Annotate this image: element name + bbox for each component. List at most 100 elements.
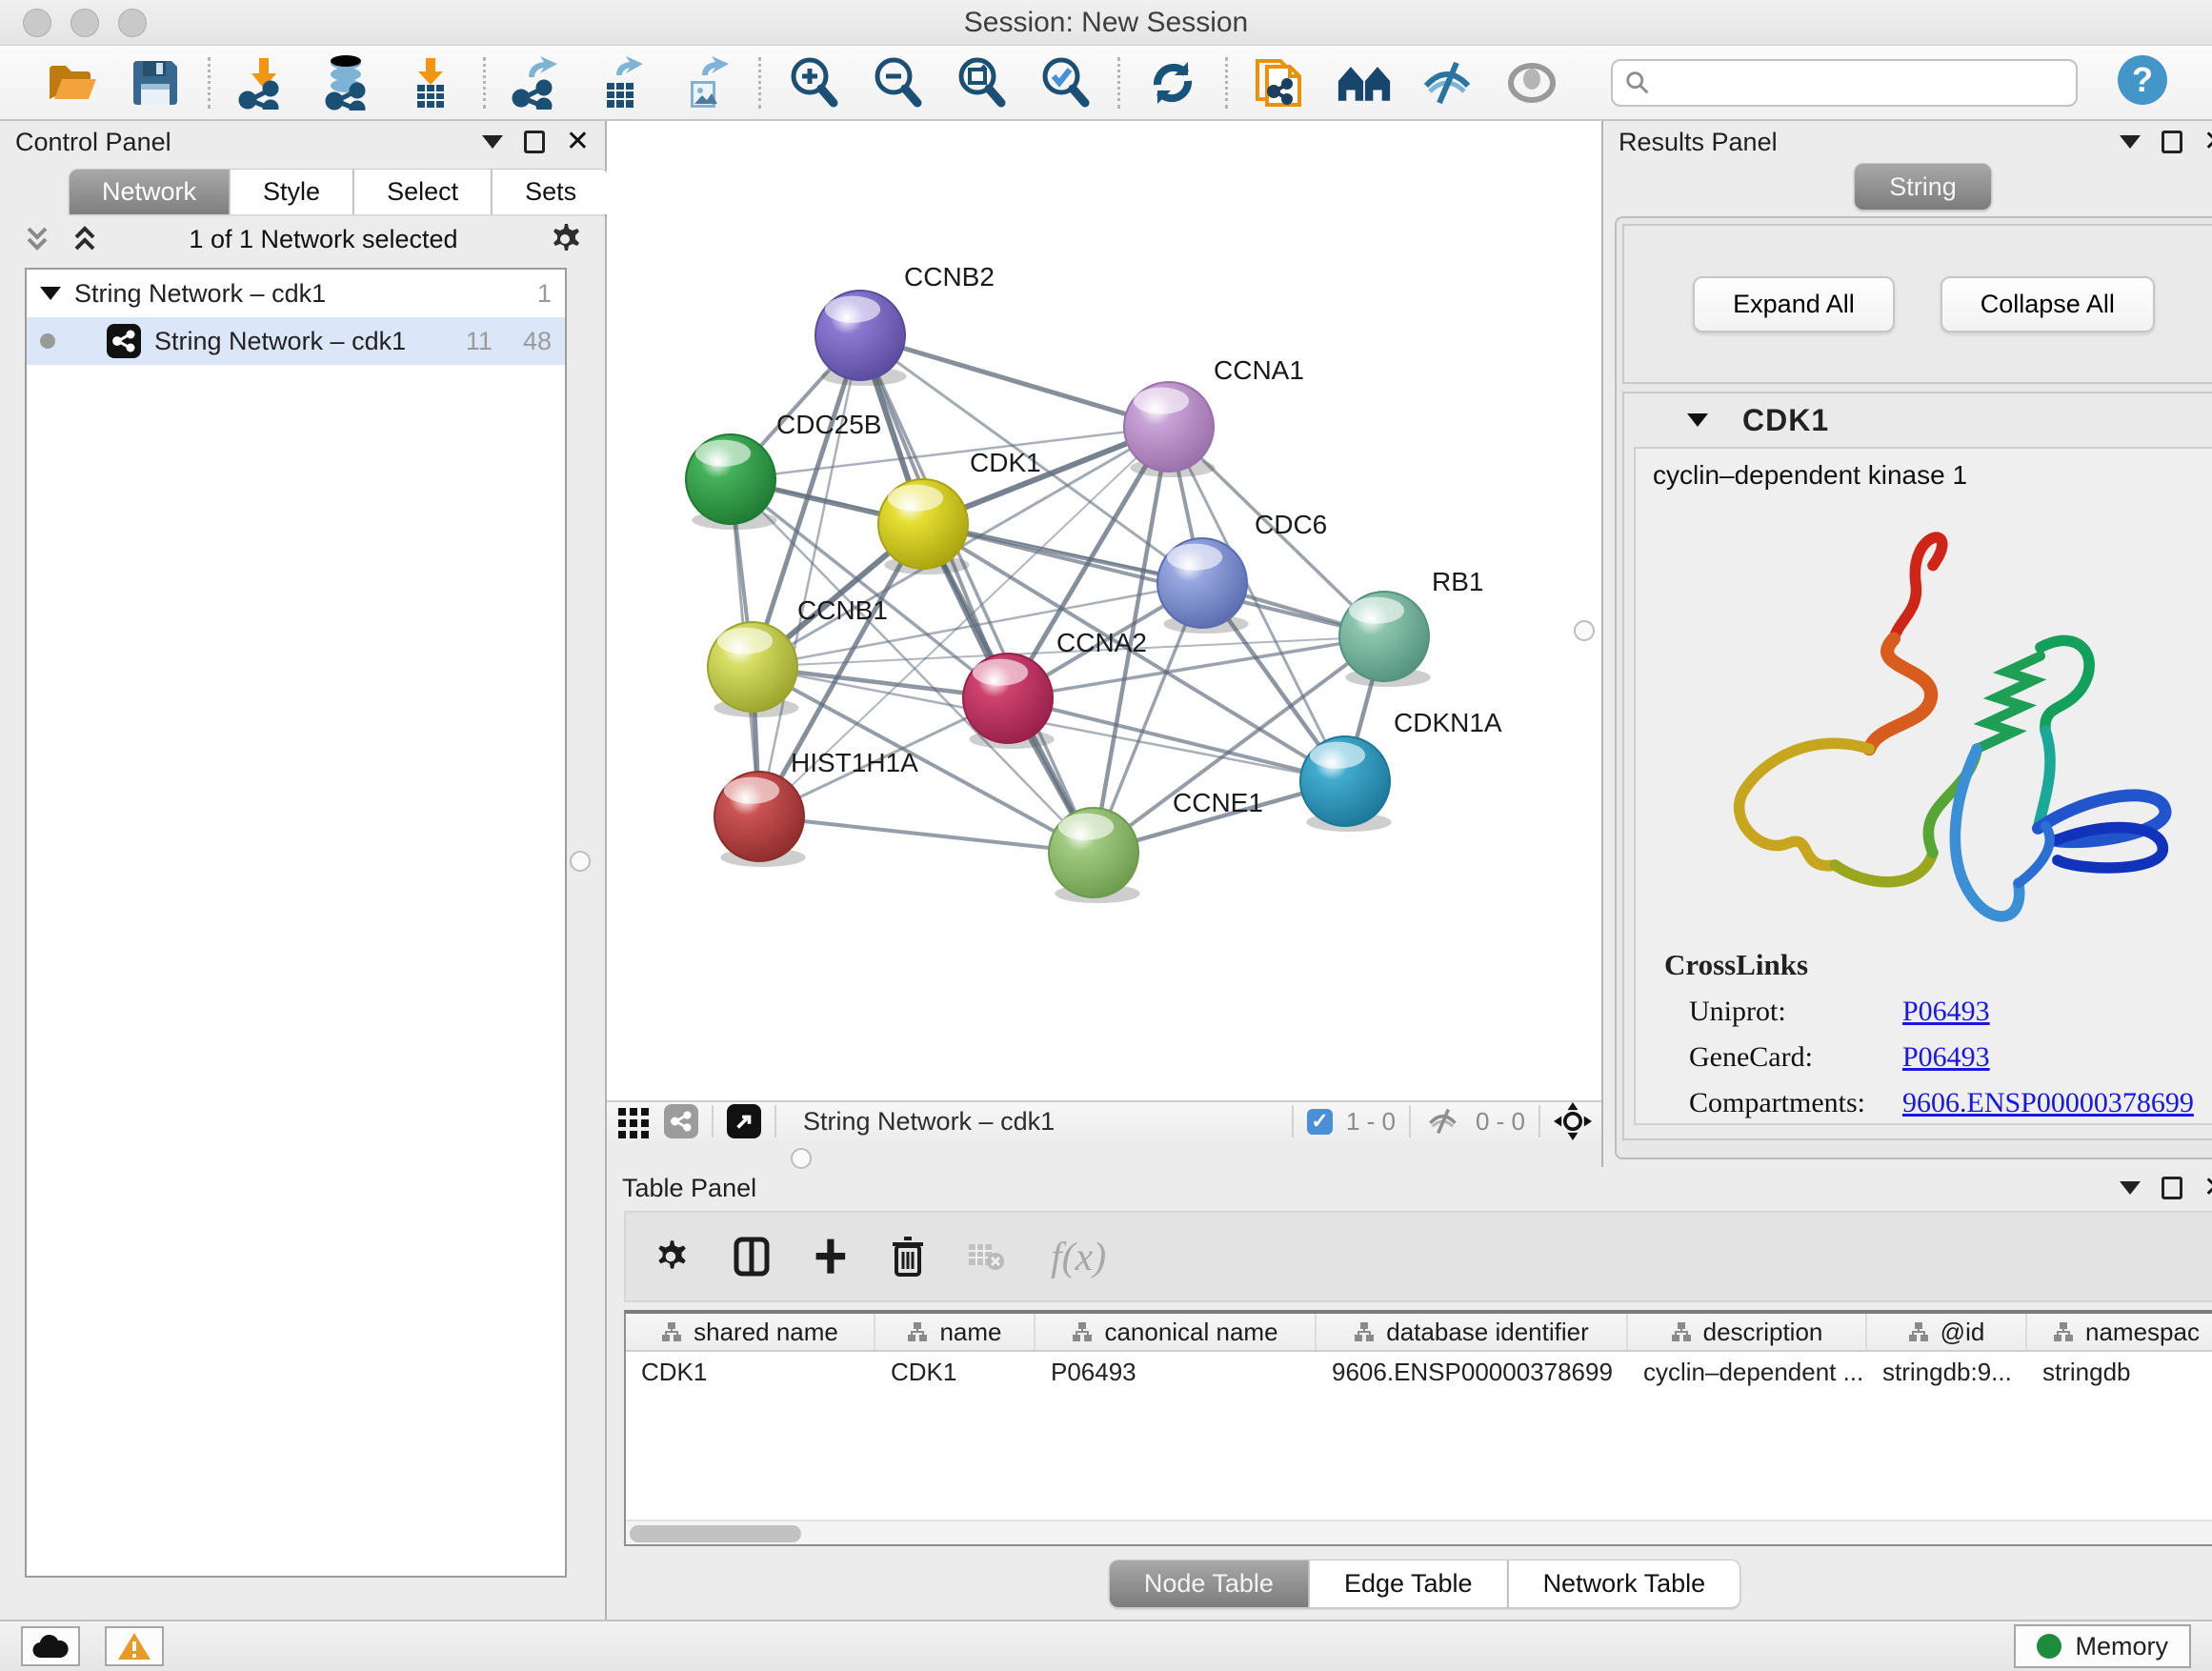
splitter-handle[interactable] [570, 851, 591, 872]
crosslink-link[interactable]: P06493 [1902, 1041, 1990, 1074]
network-collection-label: String Network – cdk1 [74, 279, 326, 309]
tab-network[interactable]: Network [69, 169, 230, 214]
zoom-fit-icon[interactable] [954, 55, 1009, 111]
import-table-icon[interactable] [403, 55, 458, 111]
network-row-selected[interactable]: String Network – cdk1 11 48 [27, 317, 565, 365]
table-cell[interactable]: CDK1 [626, 1358, 875, 1387]
help-icon[interactable]: ? [2116, 53, 2169, 111]
export-network-icon[interactable] [511, 55, 566, 111]
memory-status-dot [2037, 1634, 2061, 1659]
show-all-eye-icon[interactable] [1504, 55, 1559, 111]
export-image-icon[interactable] [678, 55, 734, 111]
network-node-CCNA1[interactable]: CCNA1 [1124, 355, 1304, 477]
collapse-panel-icon[interactable] [482, 135, 503, 149]
float-panel-icon[interactable] [2162, 131, 2182, 153]
tab-style[interactable]: Style [230, 169, 353, 214]
expand-all-button[interactable]: Expand All [1693, 276, 1895, 332]
table-cell[interactable]: P06493 [1036, 1358, 1317, 1387]
delete-column-trash-icon[interactable] [891, 1235, 925, 1278]
collapse-all-icon[interactable] [21, 223, 53, 255]
column-header-database-identifier[interactable]: database identifier [1317, 1314, 1628, 1350]
collapse-panel-icon[interactable] [2120, 135, 2141, 149]
tab-sets[interactable]: Sets [492, 169, 610, 214]
column-header-description[interactable]: description [1628, 1314, 1867, 1350]
fit-selected-crosshair-icon[interactable] [1554, 1102, 1592, 1140]
column-header-canonical-name[interactable]: canonical name [1036, 1314, 1317, 1350]
tab-edge-table[interactable]: Edge Table [1309, 1560, 1508, 1608]
tree-expand-icon[interactable] [40, 287, 61, 300]
hide-selected-eye-slash-icon[interactable] [1420, 55, 1476, 111]
import-string-file-icon[interactable] [1253, 55, 1308, 111]
network-node-RB1[interactable]: RB1 [1339, 567, 1483, 687]
search-input[interactable] [1651, 68, 2064, 97]
column-header-shared-name[interactable]: shared name [626, 1314, 875, 1350]
table-cell[interactable]: 9606.ENSP00000378699 [1317, 1358, 1628, 1387]
table-cell[interactable]: stringdb [2027, 1358, 2212, 1387]
show-columns-icon[interactable] [733, 1236, 771, 1278]
save-session-icon[interactable] [128, 55, 183, 111]
network-collection-row[interactable]: String Network – cdk1 1 [27, 270, 565, 317]
table-horizontal-scrollbar[interactable] [626, 1520, 2212, 1544]
network-share-icon[interactable] [664, 1104, 698, 1138]
splitter-handle[interactable] [1574, 620, 1595, 641]
column-header-name[interactable]: name [875, 1314, 1036, 1350]
scrollbar-thumb[interactable] [630, 1525, 801, 1542]
string-homes-icon[interactable] [1337, 55, 1392, 111]
tab-network-table[interactable]: Network Table [1508, 1560, 1741, 1608]
export-table-icon[interactable] [594, 55, 650, 111]
network-status-dot [40, 333, 55, 349]
minimize-window-button[interactable] [70, 9, 99, 37]
warnings-button[interactable] [105, 1626, 164, 1666]
import-network-icon[interactable] [235, 55, 291, 111]
collapse-all-button[interactable]: Collapse All [1941, 276, 2155, 332]
tab-node-table[interactable]: Node Table [1109, 1560, 1309, 1608]
close-panel-icon[interactable]: ✕ [566, 128, 590, 156]
zoom-in-icon[interactable] [786, 55, 841, 111]
network-node-CCNB1[interactable]: CCNB1 [708, 595, 888, 717]
network-node-HIST1H1A[interactable]: HIST1H1A [714, 748, 918, 867]
zoom-out-icon[interactable] [870, 55, 925, 111]
horizontal-splitter[interactable] [607, 1140, 1601, 1167]
network-options-gear-icon[interactable] [546, 220, 584, 258]
crosslink-link[interactable]: 9606.ENSP00000378699 [1902, 1087, 2194, 1119]
splitter-handle[interactable] [791, 1148, 812, 1169]
column-header-@id[interactable]: @id [1867, 1314, 2027, 1350]
float-panel-icon[interactable] [2162, 1177, 2182, 1199]
create-column-plus-icon[interactable] [813, 1236, 849, 1278]
selected-items-checkbox[interactable]: ✓ [1307, 1109, 1333, 1135]
network-canvas[interactable]: CCNB2CCNA1CDC25BCDK1CDC6RB1CCNB1CCNA2CDK… [607, 121, 1601, 1100]
zoom-selected-icon[interactable] [1037, 55, 1093, 111]
cloud-service-button[interactable] [21, 1626, 80, 1666]
network-node-CDKN1A[interactable]: CDKN1A [1300, 708, 1502, 832]
table-options-gear-icon[interactable] [651, 1237, 691, 1277]
open-in-window-icon[interactable] [727, 1104, 761, 1138]
zoom-window-button[interactable] [118, 9, 147, 37]
crosslink-link[interactable]: P06493 [1902, 996, 1990, 1028]
close-panel-icon[interactable]: ✕ [2203, 128, 2212, 156]
refresh-icon[interactable] [1145, 55, 1200, 111]
network-node-CDC25B[interactable]: CDC25B [686, 410, 881, 530]
import-network-from-database-icon[interactable] [319, 55, 374, 111]
control-panel: Control Panel ✕ NetworkStyleSelectSets 1… [0, 121, 607, 1620]
collapse-panel-icon[interactable] [2120, 1181, 2141, 1195]
network-node-CCNA2[interactable]: CCNA2 [963, 628, 1147, 749]
svg-text:?: ? [2132, 60, 2153, 99]
open-file-icon[interactable] [44, 55, 99, 111]
memory-button[interactable]: Memory [2014, 1624, 2191, 1668]
birds-eye-grid-icon[interactable] [616, 1104, 651, 1138]
column-tree-icon [907, 1321, 928, 1342]
table-cell[interactable]: cyclin–dependent ... [1628, 1358, 1867, 1387]
float-panel-icon[interactable] [524, 131, 545, 153]
tab-string[interactable]: String [1854, 163, 1992, 211]
node-label-CCNA1: CCNA1 [1214, 355, 1304, 385]
table-row[interactable]: CDK1CDK1P064939606.ENSP00000378699cyclin… [626, 1352, 2212, 1392]
search-box[interactable] [1611, 59, 2078, 107]
gene-collapse-icon[interactable] [1687, 413, 1708, 427]
expand-all-icon[interactable] [69, 223, 101, 255]
tab-select[interactable]: Select [353, 169, 492, 214]
table-cell[interactable]: stringdb:9... [1867, 1358, 2027, 1387]
table-cell[interactable]: CDK1 [875, 1358, 1036, 1387]
column-header-namespac[interactable]: namespac [2027, 1314, 2212, 1350]
close-panel-icon[interactable]: ✕ [2203, 1174, 2212, 1202]
close-window-button[interactable] [23, 9, 51, 37]
